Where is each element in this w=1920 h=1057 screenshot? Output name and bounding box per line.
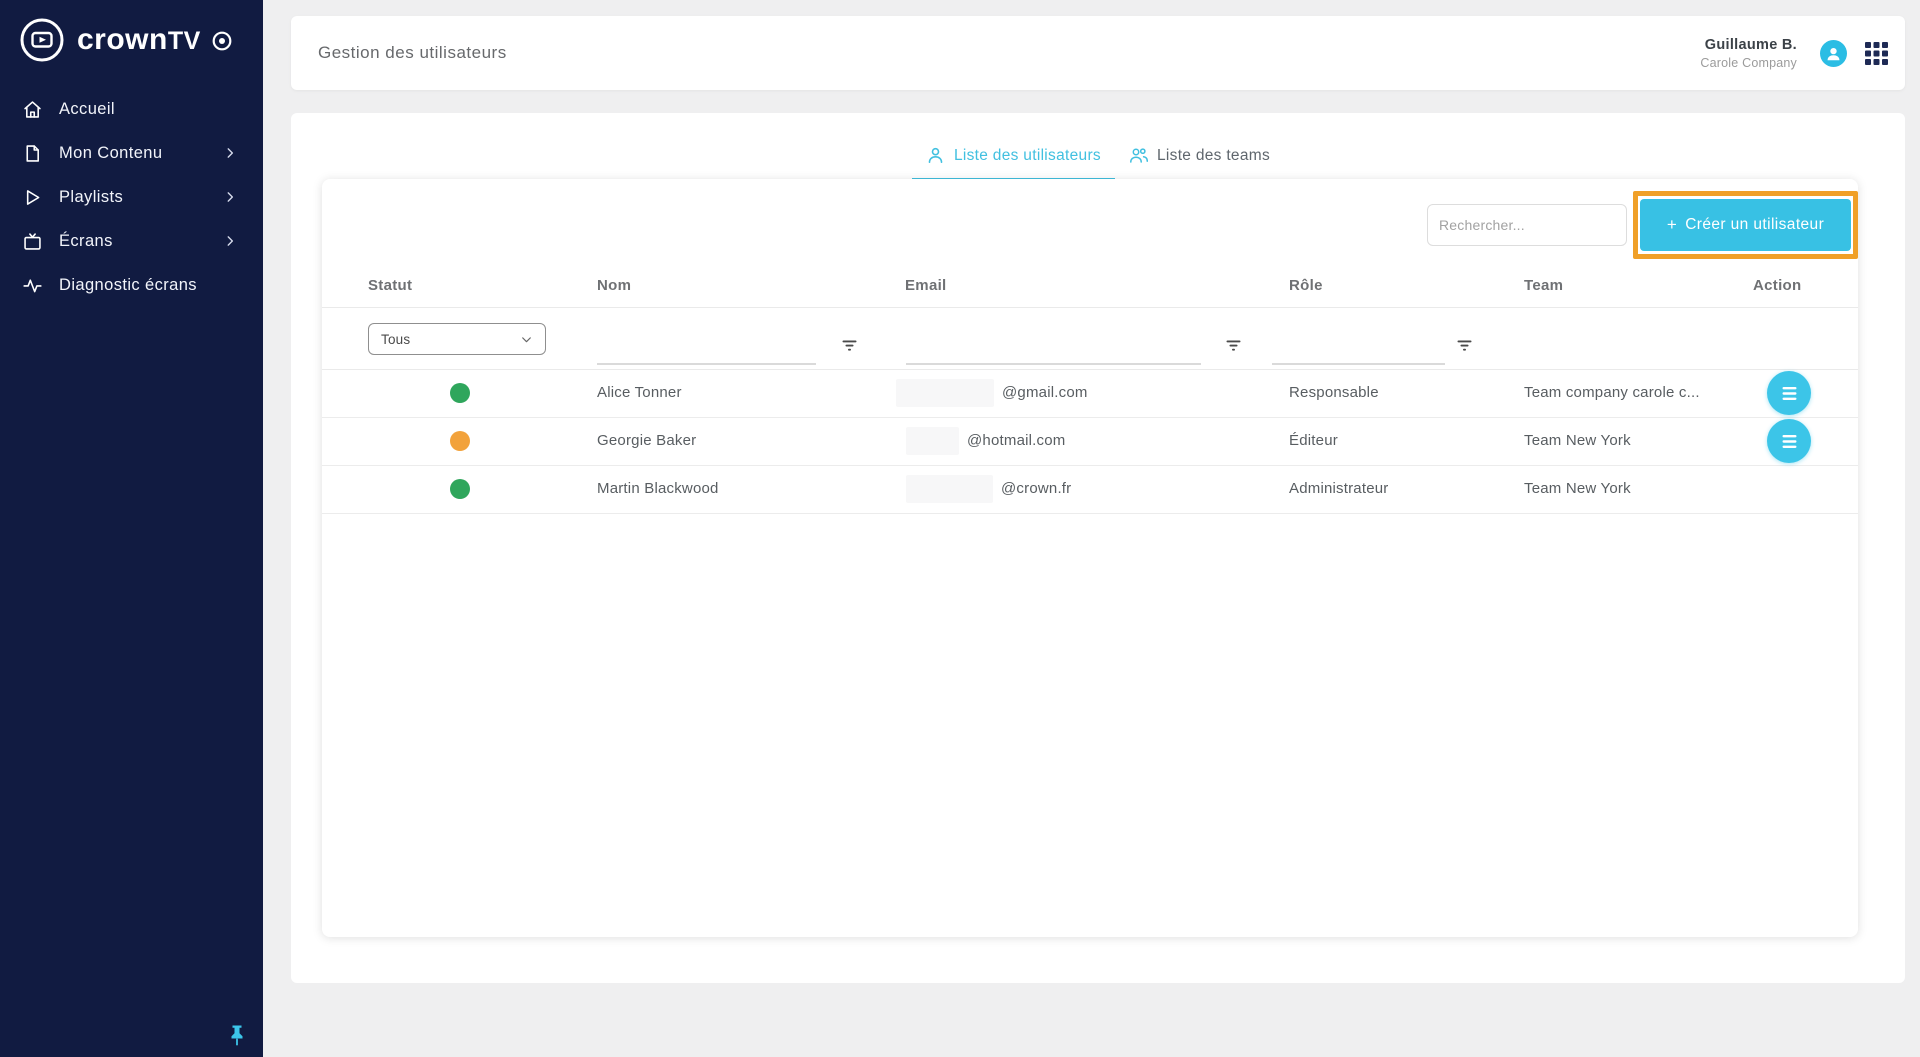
apps-grid-icon[interactable] <box>1864 41 1889 66</box>
status-dot <box>450 479 470 499</box>
chevron-down-icon <box>522 336 531 342</box>
user-email-cell: @crown.fr <box>906 465 1071 513</box>
status-filter-select[interactable]: Tous <box>368 323 546 355</box>
page-title: Gestion des utilisateurs <box>318 43 507 62</box>
email-domain: @gmail.com <box>1002 384 1088 401</box>
email-redacted <box>906 427 959 455</box>
table-row: Alice Tonner @gmail.com Responsable Team… <box>322 369 1858 418</box>
users-table-card: + Créer un utilisateur Statut Nom Email … <box>322 179 1858 937</box>
plus-icon: + <box>1666 215 1678 234</box>
brand-name-primary: crown <box>77 23 168 56</box>
document-icon <box>26 144 39 162</box>
status-dot <box>450 383 470 403</box>
home-icon <box>24 100 41 118</box>
user-email-cell: @gmail.com <box>896 369 1088 417</box>
status-dot <box>450 431 470 451</box>
column-header-statut: Statut <box>368 277 413 294</box>
brand-logo[interactable]: crownTV <box>18 16 233 64</box>
user-email-cell: @hotmail.com <box>906 417 1066 465</box>
user-info[interactable]: Guillaume B. Carole Company <box>1700 16 1797 90</box>
tab-bar: Liste des utilisateurs Liste des teams <box>291 140 1905 181</box>
person-icon <box>928 147 943 163</box>
play-icon <box>26 189 40 205</box>
sidebar: crownTV Accueil Mon Contenu Playlists Éc… <box>0 0 263 1057</box>
sidebar-item-accueil[interactable]: Accueil <box>0 87 263 131</box>
user-company: Carole Company <box>1700 55 1797 70</box>
table-filter-row: Tous <box>322 307 1858 370</box>
row-actions-button[interactable] <box>1767 371 1811 415</box>
create-user-button[interactable]: + Créer un utilisateur <box>1640 199 1851 251</box>
chevron-right-icon <box>227 236 234 246</box>
crowntv-logo-icon <box>20 18 64 62</box>
top-bar: Gestion des utilisateurs Guillaume B. Ca… <box>291 16 1905 90</box>
avatar[interactable] <box>1820 40 1847 67</box>
tab-liste-des-teams[interactable]: Liste des teams <box>1115 140 1284 181</box>
column-header-role: Rôle <box>1289 277 1323 294</box>
user-team-cell: Team New York <box>1524 432 1631 449</box>
sidebar-nav: Accueil Mon Contenu Playlists Écrans Dia… <box>0 87 263 307</box>
email-domain: @crown.fr <box>1001 480 1072 497</box>
filter-icon[interactable] <box>1224 336 1243 355</box>
sidebar-item-label: Diagnostic écrans <box>59 275 197 294</box>
pin-sidebar-icon[interactable] <box>225 1023 249 1047</box>
user-team-cell: Team New York <box>1524 480 1631 497</box>
sidebar-item-label: Playlists <box>59 187 124 206</box>
row-actions-button[interactable] <box>1767 419 1811 463</box>
tab-label: Liste des utilisateurs <box>953 146 1101 164</box>
chevron-right-icon <box>227 148 234 158</box>
tab-liste-des-utilisateurs[interactable]: Liste des utilisateurs <box>911 140 1115 181</box>
sidebar-item-label: Mon Contenu <box>59 143 163 162</box>
user-role-cell: Administrateur <box>1289 480 1389 497</box>
status-filter-value: Tous <box>381 331 411 347</box>
pulse-icon <box>23 278 42 292</box>
table-row: Georgie Baker @hotmail.com Éditeur Team … <box>322 417 1858 466</box>
email-redacted <box>896 379 994 407</box>
filter-icon[interactable] <box>1455 336 1474 355</box>
record-icon <box>212 31 232 51</box>
tv-icon <box>24 232 41 250</box>
column-header-action: Action <box>1753 277 1802 294</box>
user-role-cell: Responsable <box>1289 384 1379 401</box>
brand-wordmark: crownTV <box>77 23 201 57</box>
email-redacted <box>906 475 993 503</box>
sidebar-item-label: Écrans <box>59 231 113 250</box>
name-filter-input[interactable] <box>597 339 816 365</box>
role-filter-input[interactable] <box>1272 339 1445 365</box>
people-icon <box>1130 148 1148 163</box>
sidebar-item-playlists[interactable]: Playlists <box>0 175 263 219</box>
sidebar-item-ecrans[interactable]: Écrans <box>0 219 263 263</box>
filter-icon[interactable] <box>840 336 859 355</box>
menu-icon <box>1782 434 1796 448</box>
table-header-row: Statut Nom Email Rôle Team Action <box>322 269 1858 308</box>
user-name-cell: Alice Tonner <box>597 384 682 401</box>
search-input[interactable] <box>1427 204 1627 246</box>
email-filter-input[interactable] <box>906 339 1201 365</box>
user-name: Guillaume B. <box>1704 36 1797 53</box>
content-card: Liste des utilisateurs Liste des teams +… <box>291 113 1905 983</box>
user-team-cell: Team company carole c... <box>1524 384 1700 401</box>
create-user-button-label: Créer un utilisateur <box>1685 216 1825 233</box>
table-row: Martin Blackwood @crown.fr Administrateu… <box>322 465 1858 514</box>
user-name-cell: Martin Blackwood <box>597 480 719 497</box>
menu-icon <box>1782 386 1796 400</box>
chevron-right-icon <box>227 192 234 202</box>
sidebar-item-label: Accueil <box>59 99 115 118</box>
column-header-email: Email <box>905 277 947 294</box>
column-header-team: Team <box>1524 277 1564 294</box>
email-domain: @hotmail.com <box>967 432 1066 449</box>
user-role-cell: Éditeur <box>1289 432 1338 449</box>
brand-name-secondary: TV <box>167 27 201 55</box>
column-header-nom: Nom <box>597 277 632 294</box>
tab-label: Liste des teams <box>1156 146 1271 164</box>
person-icon <box>1827 47 1840 61</box>
user-name-cell: Georgie Baker <box>597 432 697 449</box>
sidebar-item-mon-contenu[interactable]: Mon Contenu <box>0 131 263 175</box>
sidebar-item-diagnostic-ecrans[interactable]: Diagnostic écrans <box>0 263 263 307</box>
